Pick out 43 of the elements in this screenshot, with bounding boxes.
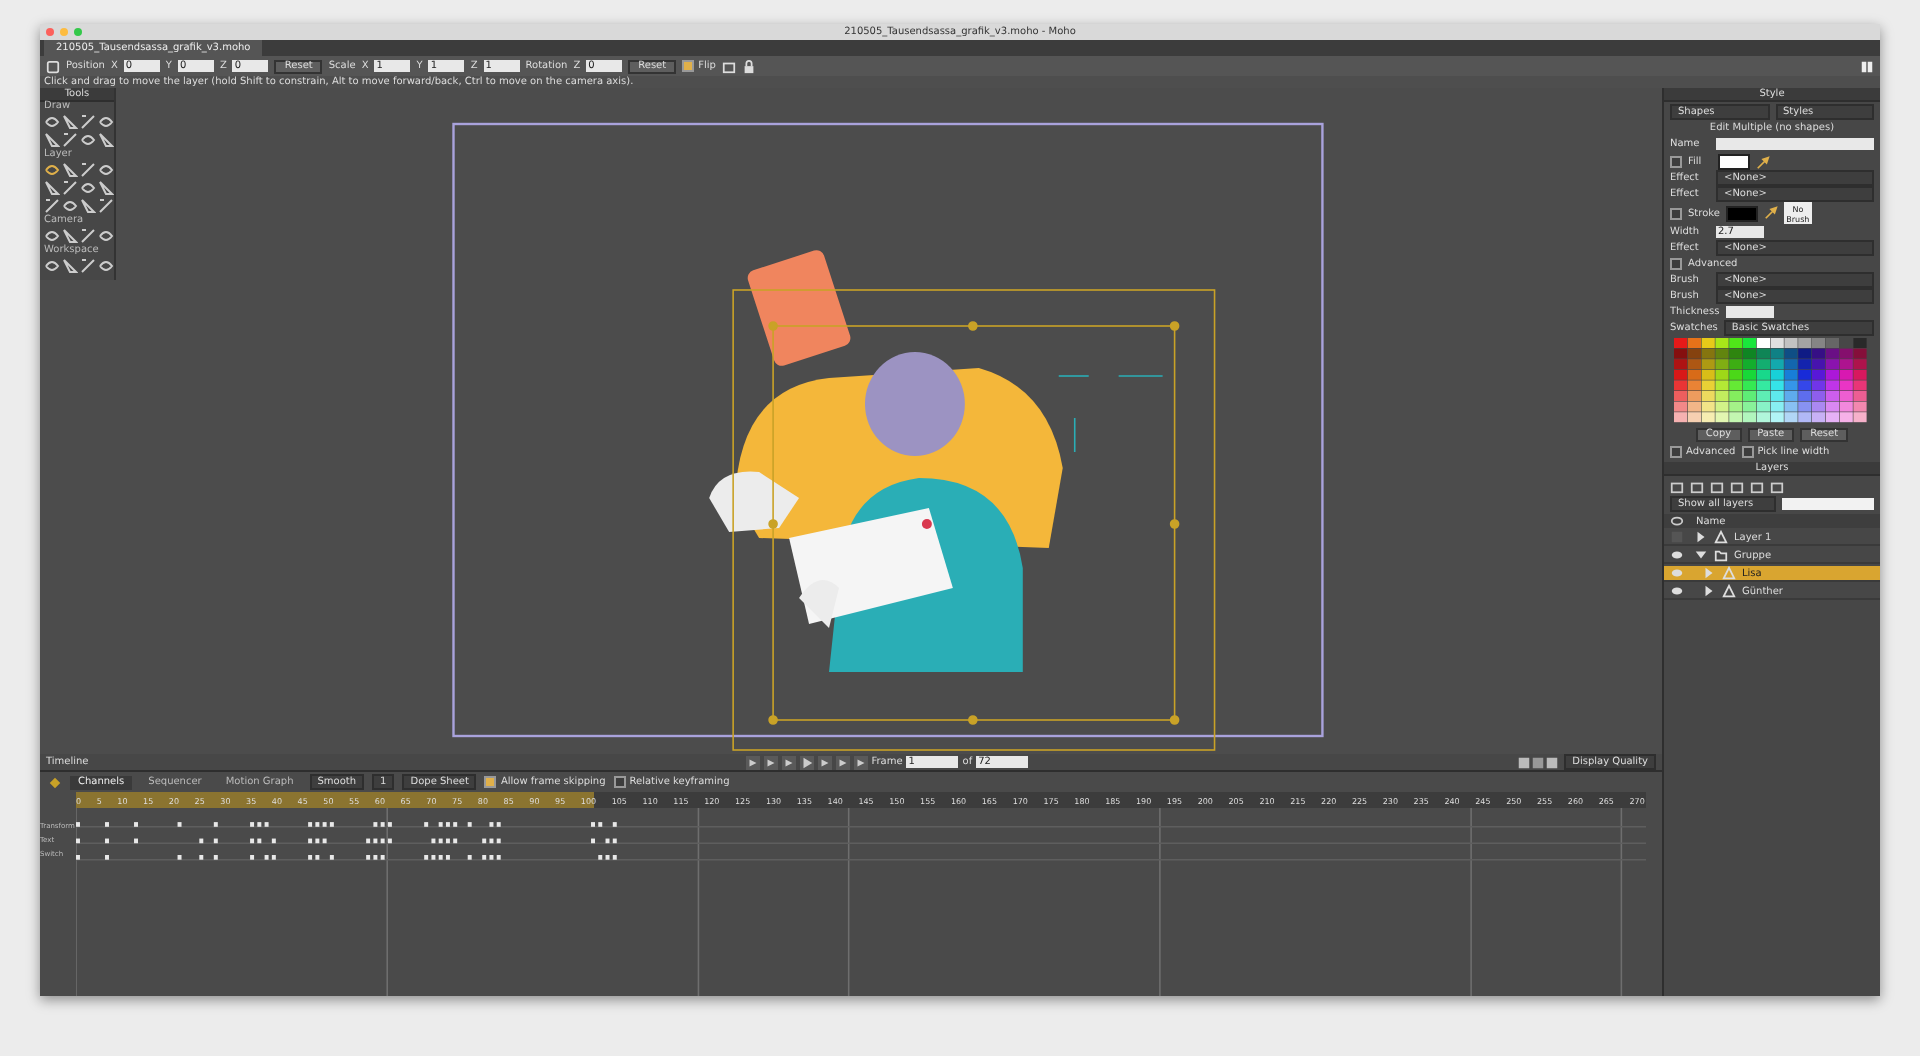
checkbox[interactable] (1670, 207, 1682, 219)
checkbox[interactable] (1741, 446, 1754, 458)
layer-icon[interactable] (721, 59, 736, 73)
eye-icon (1670, 514, 1684, 528)
tool-icon[interactable] (80, 258, 96, 274)
tool-icon[interactable] (80, 228, 96, 244)
playback-icon[interactable] (835, 755, 850, 769)
tool-icon[interactable] (62, 132, 78, 148)
panel-toggle-icon[interactable] (1860, 59, 1874, 73)
playback-icon[interactable] (817, 755, 832, 769)
expand-icon[interactable] (1694, 548, 1708, 562)
color-swatch[interactable] (1718, 154, 1750, 170)
playback-icon[interactable] (799, 755, 814, 769)
tool-icon[interactable] (98, 198, 114, 214)
value-field[interactable] (1725, 306, 1774, 318)
playback-icon[interactable] (745, 755, 760, 769)
playback-icon[interactable] (853, 755, 868, 769)
name-field[interactable] (1716, 138, 1874, 150)
layer-search-field[interactable] (1781, 498, 1874, 510)
checkbox[interactable] (1670, 156, 1682, 168)
tool-icon[interactable] (80, 114, 96, 130)
checkbox[interactable] (1670, 258, 1682, 270)
visibility-icon[interactable] (1670, 548, 1684, 562)
color-palette[interactable] (1674, 338, 1868, 424)
tool-icon[interactable] (44, 198, 60, 214)
checkbox[interactable] (1670, 446, 1682, 458)
playback-icon[interactable] (781, 755, 796, 769)
tool-icon[interactable] (80, 162, 96, 178)
vector-layer-icon (1714, 530, 1728, 544)
checkbox[interactable] (613, 776, 626, 788)
transform-guides (1057, 375, 1164, 453)
checkbox[interactable] (484, 776, 497, 788)
checkbox[interactable] (682, 60, 695, 72)
lock-icon[interactable] (741, 59, 756, 73)
view-mode-icon[interactable] (1516, 755, 1561, 769)
tool-icon[interactable] (62, 180, 78, 196)
playback-range[interactable] (76, 792, 595, 808)
visibility-icon[interactable] (1670, 584, 1684, 598)
selection-bounds[interactable] (732, 289, 1216, 751)
folder-icon (1714, 548, 1728, 562)
color-swatch[interactable] (1725, 205, 1758, 221)
playback-icon[interactable] (763, 755, 778, 769)
tool-icon (46, 59, 60, 73)
